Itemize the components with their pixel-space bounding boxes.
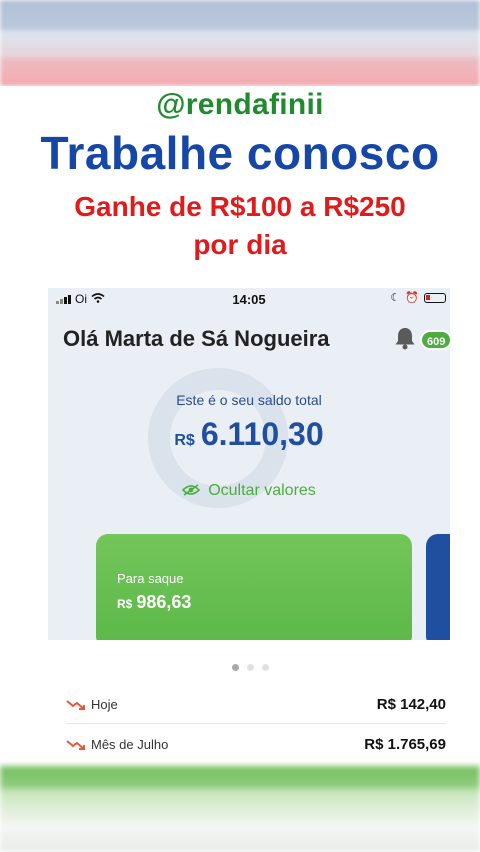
promo-header: @rendafinii Trabalhe conosco Ganhe de R$… [0,86,480,286]
greeting-title: Olá Marta de Sá Nogueira [63,326,330,351]
withdraw-card-label: Para saque [117,571,184,586]
eye-off-icon [182,483,201,496]
total-balance: R$ 6.110,30 [48,416,450,453]
balance-label: Este é o seu saldo total [176,392,322,408]
battery-icon [424,292,446,303]
alarm-icon: ⏰ [405,292,419,304]
withdraw-card-amount: R$ 986,63 [117,592,191,613]
earnings-value: R$ 142,40 [376,696,446,713]
earnings-label: Mês de Julho [91,737,169,752]
moon-icon: ☾ [390,292,401,304]
balance-currency: R$ [174,432,195,449]
carousel-dot-active[interactable] [232,664,239,671]
bell-icon[interactable] [394,326,416,356]
carousel-pagination [232,664,269,671]
balance-value: 6.110,30 [200,416,324,452]
blur-strip [0,58,480,86]
earnings-row-today: Hoje R$ 142,40 [66,688,446,724]
withdraw-balance-card[interactable]: Para saque R$ 986,63 [96,534,412,640]
status-bar: Oi 14:05 ☾ ⏰ [48,288,450,310]
withdraw-currency: R$ [117,597,133,611]
blurred-bottom-background [0,766,480,852]
carousel-dot[interactable] [247,664,254,671]
status-bar-right: ☾ ⏰ [390,291,446,304]
earnings-claim-line1: Ganhe de R$100 a R$250 [74,191,406,222]
notification-badge[interactable]: 609 [420,330,450,350]
headline: Trabalhe conosco [40,127,440,179]
carousel-dot[interactable] [262,664,269,671]
earnings-row-month: Mês de Julho R$ 1.765,69 [66,728,446,764]
app-screenshot: Oi 14:05 ☾ ⏰ Olá Marta de Sá Nogueira 60… [48,288,450,640]
trend-down-icon [66,698,86,712]
hide-values-button[interactable]: Ocultar valores [48,482,450,500]
next-balance-card[interactable] [426,534,450,640]
earnings-value: R$ 1.765,69 [364,736,446,753]
blur-strip [0,766,480,788]
trend-down-icon [66,738,86,752]
earnings-label: Hoje [91,697,118,712]
blurred-top-background [0,0,480,86]
social-handle: @rendafinii [156,88,324,121]
earnings-claim-line2: por dia [193,229,287,260]
withdraw-value: 986,63 [136,592,192,612]
hide-values-label: Ocultar valores [208,482,316,499]
blur-strip [0,0,480,30]
